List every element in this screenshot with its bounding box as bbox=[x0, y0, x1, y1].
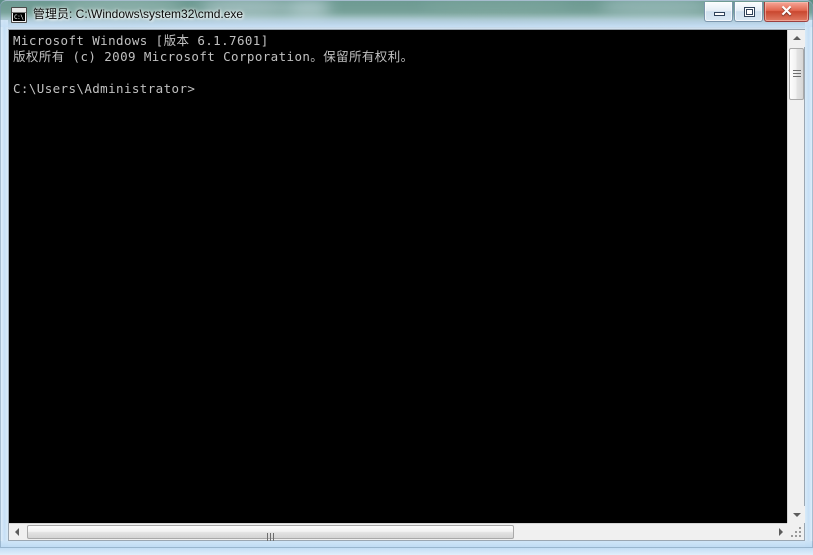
minimize-button[interactable] bbox=[704, 2, 733, 22]
console-client-area: Microsoft Windows [版本 6.1.7601] 版权所有 (c)… bbox=[8, 29, 805, 541]
scroll-thumb-grip-icon bbox=[266, 528, 276, 541]
window-title: 管理员: C:\Windows\system32\cmd.exe bbox=[33, 7, 244, 21]
window-controls: ✕ bbox=[703, 2, 809, 23]
cmd-console-icon[interactable]: C:\ bbox=[11, 7, 27, 23]
window-bottom-border[interactable] bbox=[0, 541, 813, 555]
cmd-window: C:\ 管理员: C:\Windows\system32\cmd.exe ✕ M… bbox=[0, 0, 813, 555]
minimize-icon bbox=[714, 12, 725, 16]
window-left-border[interactable] bbox=[0, 20, 8, 548]
chevron-right-icon bbox=[778, 528, 783, 536]
chevron-down-icon bbox=[792, 513, 801, 517]
console-text: Microsoft Windows [版本 6.1.7601] 版权所有 (c)… bbox=[13, 33, 414, 96]
chevron-left-icon bbox=[14, 528, 19, 536]
scroll-right-arrow[interactable] bbox=[771, 524, 788, 540]
icon-prompt-glyph: C:\ bbox=[13, 13, 25, 21]
scroll-down-arrow[interactable] bbox=[788, 506, 805, 523]
scroll-up-arrow[interactable] bbox=[788, 30, 805, 47]
close-button[interactable]: ✕ bbox=[764, 2, 809, 22]
close-icon: ✕ bbox=[780, 3, 793, 20]
maximize-button[interactable] bbox=[734, 2, 763, 22]
horizontal-scroll-thumb[interactable] bbox=[27, 525, 514, 541]
window-resize-grip[interactable] bbox=[787, 523, 804, 540]
vertical-scroll-thumb[interactable] bbox=[789, 48, 804, 100]
window-right-border[interactable] bbox=[805, 20, 813, 548]
horizontal-scrollbar[interactable] bbox=[9, 523, 788, 541]
scroll-left-arrow[interactable] bbox=[9, 524, 26, 540]
scroll-thumb-grip-icon bbox=[792, 70, 801, 78]
window-titlebar[interactable]: C:\ 管理员: C:\Windows\system32\cmd.exe ✕ bbox=[0, 0, 813, 27]
console-output-surface[interactable]: Microsoft Windows [版本 6.1.7601] 版权所有 (c)… bbox=[9, 30, 788, 523]
chevron-up-icon bbox=[792, 36, 801, 40]
maximize-icon bbox=[744, 7, 755, 17]
vertical-scrollbar[interactable] bbox=[787, 30, 805, 523]
